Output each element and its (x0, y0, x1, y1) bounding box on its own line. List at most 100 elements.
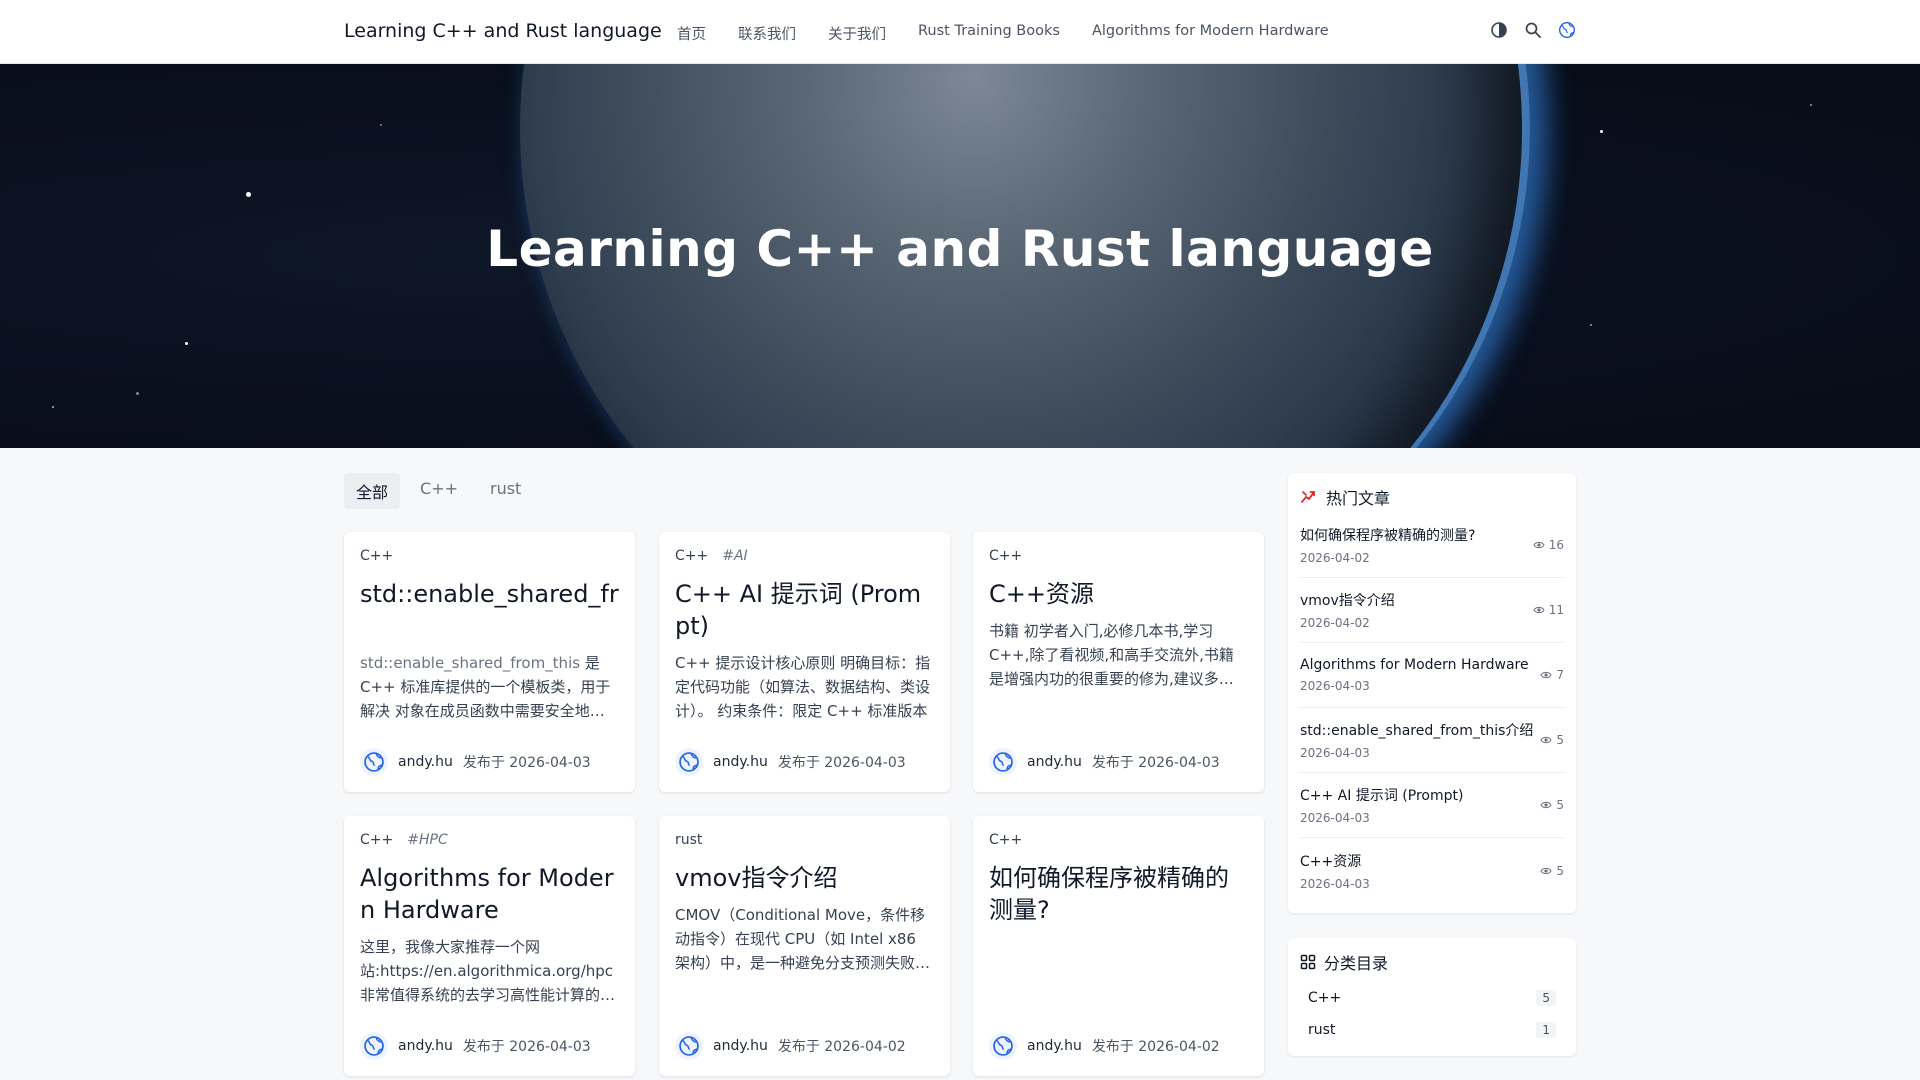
hot-post-date: 2026-04-03 (1300, 811, 1370, 825)
view-count: 16 (1533, 538, 1564, 552)
post-date: 发布于 2026-04-03 (462, 1039, 591, 1055)
post-excerpt: CMOV（Conditional Move，条件移动指令）在现代 CPU（如 I… (675, 906, 931, 972)
post-date: 发布于 2026-04-03 (777, 755, 906, 771)
category-count: 5 (1536, 990, 1556, 1006)
post-author: andy.hu 发布于 2026-04-03 (360, 1032, 591, 1060)
author-avatar[interactable] (360, 1032, 388, 1060)
author-name[interactable]: andy.hu (1027, 1038, 1082, 1054)
hot-post-title[interactable]: 如何确保程序被精确的测量? (1300, 525, 1475, 545)
post-card[interactable]: C++ 如何确保程序被精确的测量? andy.hu 发布于 2026-04-02 (973, 816, 1264, 1076)
view-count: 5 (1540, 864, 1564, 878)
grid-icon (1300, 954, 1316, 970)
post-excerpt: C++ 提示设计核心原则 明确目标：指定代码功能（如算法、数据结构、类设计）。 … (675, 654, 931, 720)
post-title[interactable]: std::enable_shared_from_this介绍 (360, 578, 619, 642)
nav-rust-training-books[interactable]: Rust Training Books (918, 23, 1060, 44)
post-excerpt: 这里，我像大家推荐一个网站:https://en.algorithmica.or… (360, 938, 616, 1004)
post-category[interactable]: C++ (360, 832, 393, 850)
globe-avatar-icon (679, 1036, 699, 1056)
view-count: 5 (1540, 798, 1564, 812)
post-card[interactable]: C++ #HPC Algorithms for Modern Hardware 这… (344, 816, 635, 1076)
post-title[interactable]: C++资源 (989, 578, 1248, 610)
hot-post-item[interactable]: 如何确保程序被精确的测量? 2026-04-02 16 (1300, 513, 1564, 578)
globe-avatar-icon (679, 752, 699, 772)
author-name[interactable]: andy.hu (1027, 754, 1082, 770)
post-category[interactable]: C++ (989, 832, 1022, 850)
category-count: 1 (1536, 1022, 1556, 1038)
author-avatar[interactable] (675, 748, 703, 776)
category-filter-tabs: 全部 C++ rust (344, 473, 533, 509)
category-name[interactable]: C++ (1308, 990, 1341, 1006)
category-item-rust[interactable]: rust 1 (1300, 1014, 1564, 1046)
language-globe-icon[interactable] (1558, 21, 1576, 39)
author-name[interactable]: andy.hu (713, 754, 768, 770)
post-title[interactable]: Algorithms for Modern Hardware (360, 862, 619, 926)
eye-icon (1540, 736, 1552, 744)
post-category[interactable]: C++ (360, 548, 393, 566)
hot-posts-header: 热门文章 (1300, 485, 1564, 509)
globe-avatar-icon (364, 1036, 384, 1056)
hot-post-title[interactable]: C++ AI 提示词 (Prompt) (1300, 785, 1463, 805)
hot-post-item[interactable]: Algorithms for Modern Hardware 2026-04-03… (1300, 643, 1564, 708)
post-date: 发布于 2026-04-02 (777, 1039, 906, 1055)
header-actions (1490, 21, 1576, 39)
post-title[interactable]: 如何确保程序被精确的测量? (989, 862, 1248, 926)
post-title[interactable]: vmov指令介绍 (675, 862, 934, 894)
eye-icon (1533, 606, 1545, 614)
search-icon[interactable] (1524, 21, 1542, 39)
post-author: andy.hu 发布于 2026-04-02 (989, 1032, 1220, 1060)
filter-all[interactable]: 全部 (344, 473, 401, 509)
post-tag[interactable]: #AI (722, 548, 747, 566)
main-nav: 首页 联系我们 关于我们 Rust Training Books Algorit… (677, 23, 1361, 44)
post-tag[interactable]: #HPC (407, 832, 447, 850)
view-count: 5 (1540, 733, 1564, 747)
nav-about[interactable]: 关于我们 (828, 23, 886, 44)
categories-title: 分类目录 (1324, 954, 1389, 973)
category-name[interactable]: rust (1308, 1022, 1335, 1038)
author-name[interactable]: andy.hu (398, 1038, 453, 1054)
author-avatar[interactable] (989, 1032, 1017, 1060)
nav-home[interactable]: 首页 (677, 23, 706, 44)
post-card[interactable]: C++ #AI C++ AI 提示词 (Prompt) C++ 提示设计核心原则 … (659, 532, 950, 792)
hot-post-item[interactable]: vmov指令介绍 2026-04-02 11 (1300, 578, 1564, 643)
post-card[interactable]: C++ C++资源 书籍 初学者入门,必修几本书,学习C++,除了看视频,和高手… (973, 532, 1264, 792)
nav-algorithms-modern-hardware[interactable]: Algorithms for Modern Hardware (1092, 23, 1329, 44)
globe-avatar-icon (993, 1036, 1013, 1056)
hot-post-date: 2026-04-03 (1300, 679, 1370, 693)
author-name[interactable]: andy.hu (398, 754, 453, 770)
post-author: andy.hu 发布于 2026-04-02 (675, 1032, 906, 1060)
post-title[interactable]: C++ AI 提示词 (Prompt) (675, 578, 934, 642)
post-category[interactable]: C++ (989, 548, 1022, 566)
hot-post-item[interactable]: std::enable_shared_from_this介绍2026-04-03… (1300, 708, 1564, 773)
theme-toggle-icon[interactable] (1490, 21, 1508, 39)
post-excerpt: std::enable_shared_from_this 是 C++ 标准库提供… (360, 654, 611, 720)
hot-post-date: 2026-04-02 (1300, 551, 1370, 565)
globe-avatar-icon (364, 752, 384, 772)
post-card[interactable]: C++ std::enable_shared_from_this介绍 std::… (344, 532, 635, 792)
hot-post-item[interactable]: C++资源 2026-04-03 5 (1300, 838, 1564, 903)
eye-icon (1540, 801, 1552, 809)
post-excerpt: 书籍 初学者入门,必修几本书,学习C++,除了看视频,和高手交流外,书籍是增强内… (989, 622, 1234, 688)
globe-avatar-icon (993, 752, 1013, 772)
category-item-cpp[interactable]: C++ 5 (1300, 982, 1564, 1014)
post-category[interactable]: C++ (675, 548, 708, 566)
nav-contact[interactable]: 联系我们 (738, 23, 796, 44)
site-brand[interactable]: Learning C++ and Rust language (344, 20, 662, 42)
hot-post-title[interactable]: Algorithms for Modern Hardware (1300, 657, 1529, 673)
author-avatar[interactable] (675, 1032, 703, 1060)
hot-post-title[interactable]: vmov指令介绍 (1300, 590, 1395, 610)
author-name[interactable]: andy.hu (713, 1038, 768, 1054)
hero-banner: Learning C++ and Rust language (0, 64, 1920, 448)
hot-post-title[interactable]: C++资源 (1300, 851, 1370, 871)
categories-header: 分类目录 (1300, 950, 1564, 974)
filter-cpp[interactable]: C++ (408, 473, 470, 509)
author-avatar[interactable] (989, 748, 1017, 776)
filter-rust[interactable]: rust (478, 473, 533, 509)
hot-post-item[interactable]: C++ AI 提示词 (Prompt) 2026-04-03 5 (1300, 773, 1564, 838)
hot-post-date: 2026-04-03 (1300, 746, 1370, 760)
eye-icon (1540, 867, 1552, 874)
author-avatar[interactable] (360, 748, 388, 776)
hot-post-title[interactable]: std::enable_shared_from_this介绍 (1300, 720, 1533, 740)
trending-icon (1301, 491, 1315, 503)
post-category[interactable]: rust (675, 832, 702, 850)
post-card[interactable]: rust vmov指令介绍 CMOV（Conditional Move，条件移动… (659, 816, 950, 1076)
